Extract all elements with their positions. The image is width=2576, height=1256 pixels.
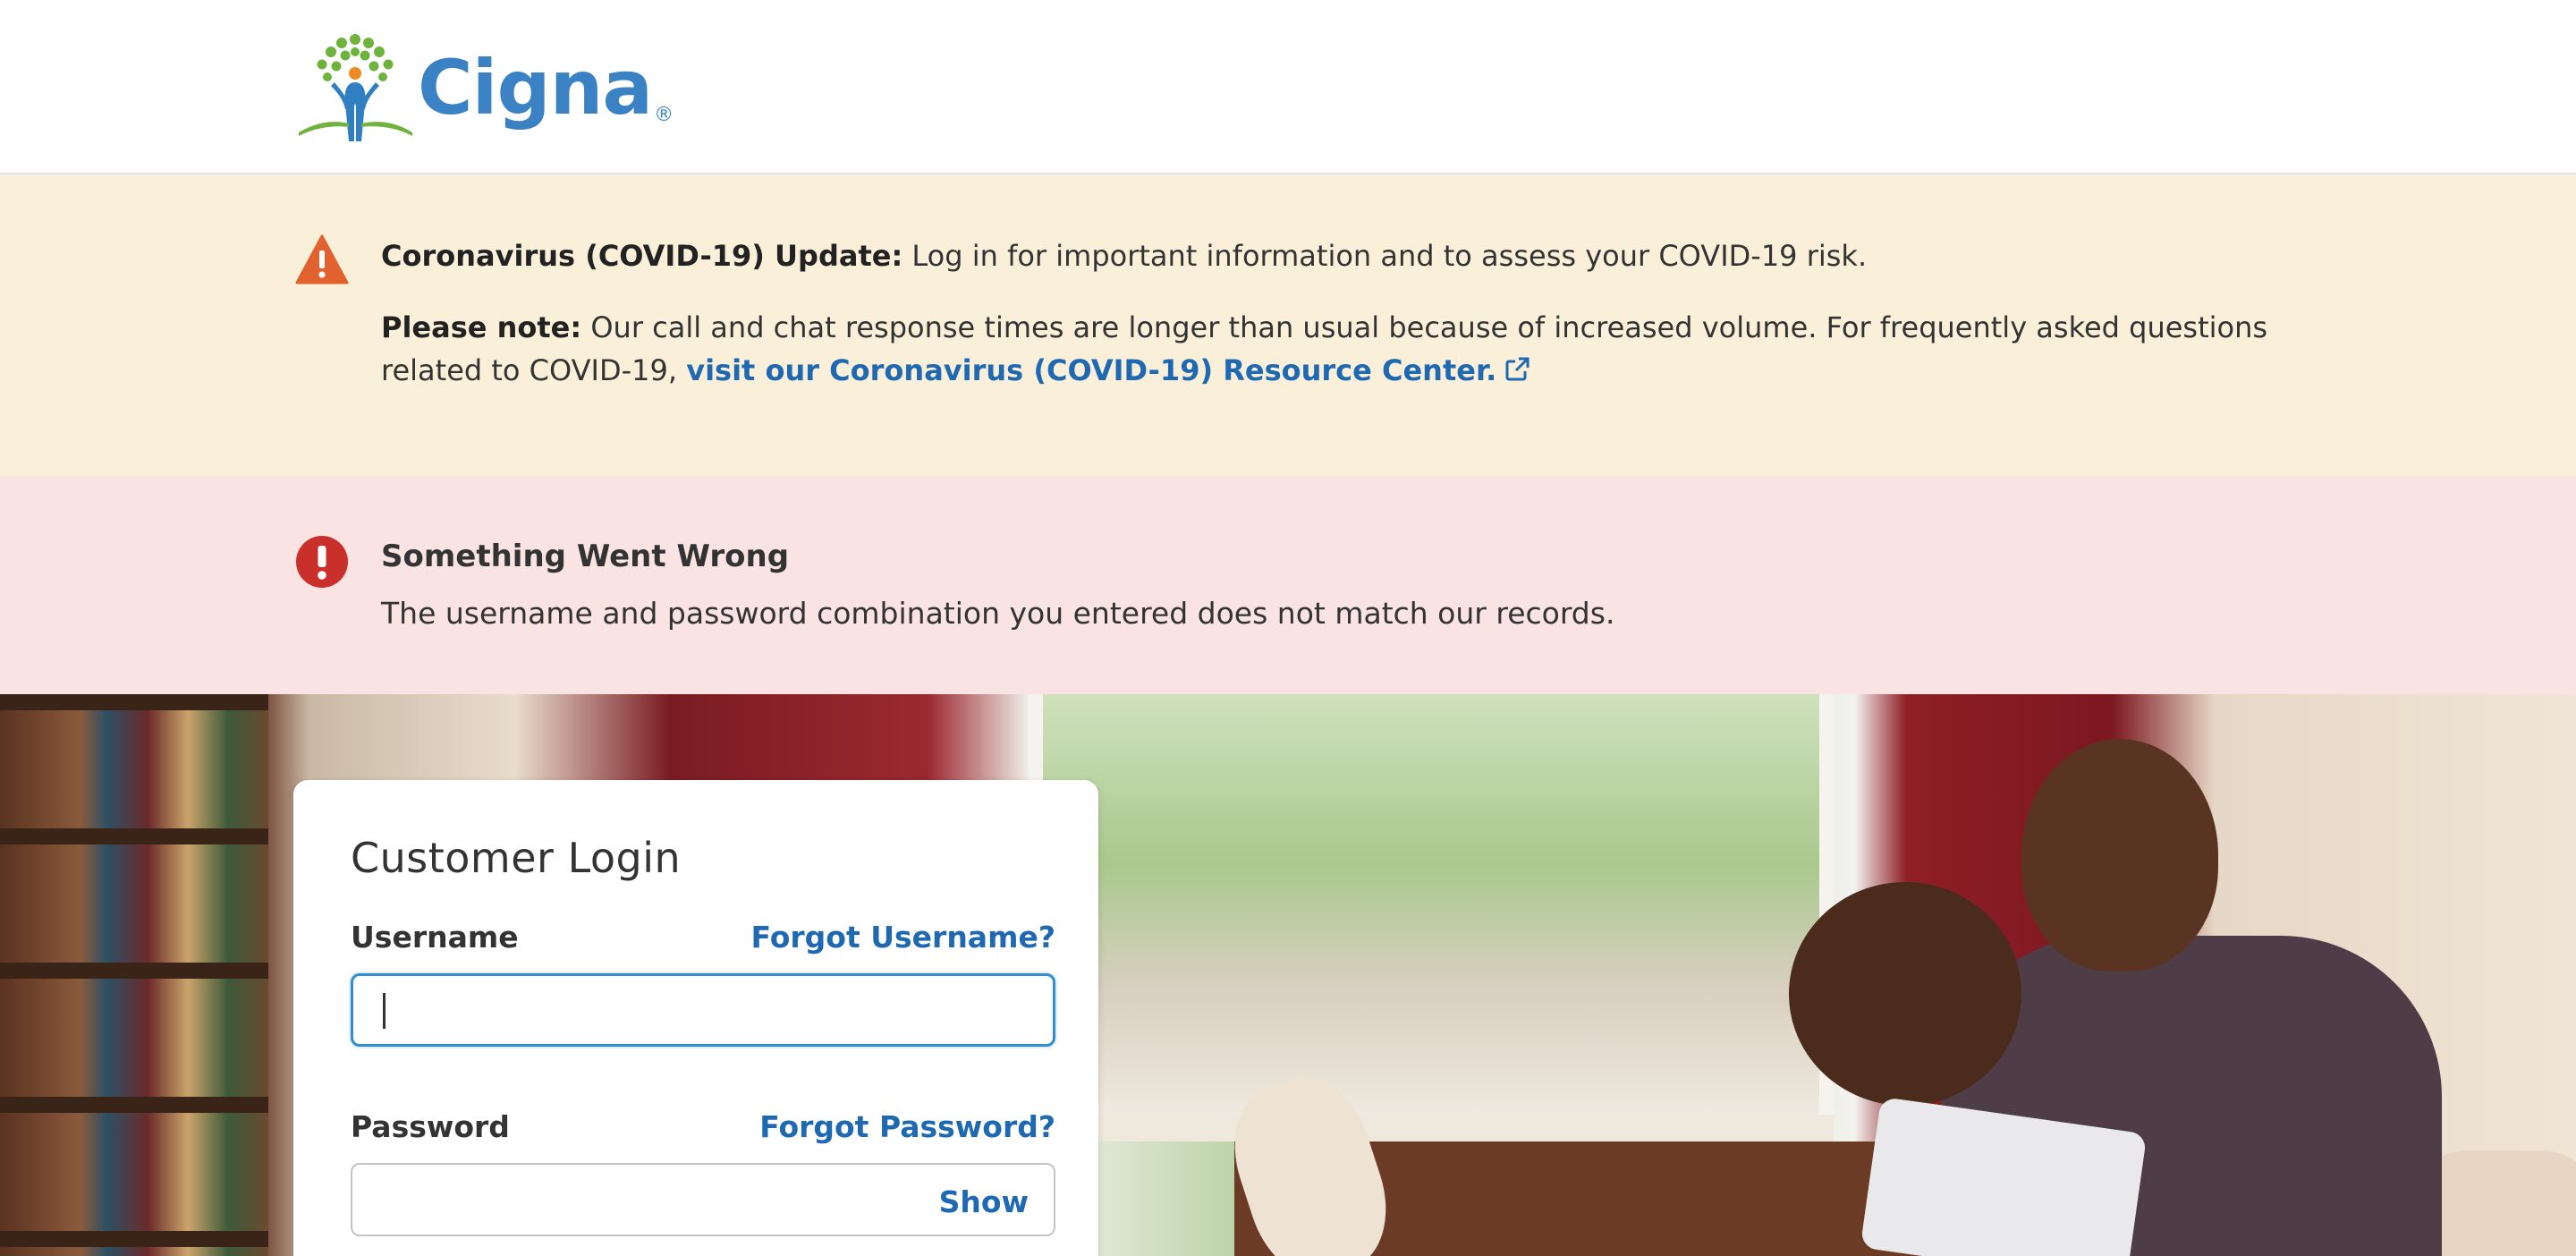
forgot-username-link[interactable]: Forgot Username?: [751, 920, 1055, 955]
father-head: [2021, 739, 2218, 972]
bookshelf-graphic: [0, 694, 268, 1256]
child-figure: [1789, 882, 2021, 1106]
external-link-icon: [1505, 357, 1530, 381]
text-caret: [383, 993, 386, 1029]
covid-alert-text: Coronavirus (COVID-19) Update: Log in fo…: [381, 234, 2304, 392]
window-graphic: [1029, 694, 1834, 1115]
error-title: Something Went Wrong: [381, 539, 790, 574]
logo-wordmark: Cigna: [418, 43, 653, 132]
error-exclamation-icon: [296, 536, 348, 588]
cigna-tree-icon: [299, 34, 412, 141]
username-label: Username: [351, 920, 519, 955]
warning-triangle-icon: [295, 234, 349, 284]
covid-alert-banner: Coronavirus (COVID-19) Update: Log in fo…: [0, 175, 2576, 476]
covid-update-line: Coronavirus (COVID-19) Update: Log in fo…: [381, 234, 2304, 277]
covid-note-line: Please note: Our call and chat response …: [381, 306, 2304, 392]
window-sill-graphic: [1029, 1115, 1834, 1141]
covid-note-title: Please note:: [381, 310, 582, 344]
error-message: The username and password combination yo…: [381, 596, 1615, 631]
site-header: Cigna ®: [0, 0, 2576, 174]
show-password-button[interactable]: Show: [939, 1184, 1029, 1219]
forgot-password-link[interactable]: Forgot Password?: [759, 1109, 1055, 1144]
covid-update-title: Coronavirus (COVID-19) Update:: [381, 239, 903, 273]
cigna-logo[interactable]: Cigna ®: [295, 27, 674, 148]
password-label: Password: [351, 1109, 510, 1144]
covid-resource-center-link[interactable]: visit our Coronavirus (COVID-19) Resourc…: [686, 353, 1530, 387]
covid-link-label: visit our Coronavirus (COVID-19) Resourc…: [686, 353, 1497, 387]
username-input[interactable]: [351, 973, 1055, 1047]
registered-mark: ®: [654, 104, 674, 126]
covid-update-text: Log in for important information and to …: [902, 239, 1868, 273]
login-error-banner: Something Went Wrong The username and pa…: [0, 476, 2576, 694]
login-title: Customer Login: [351, 834, 682, 882]
